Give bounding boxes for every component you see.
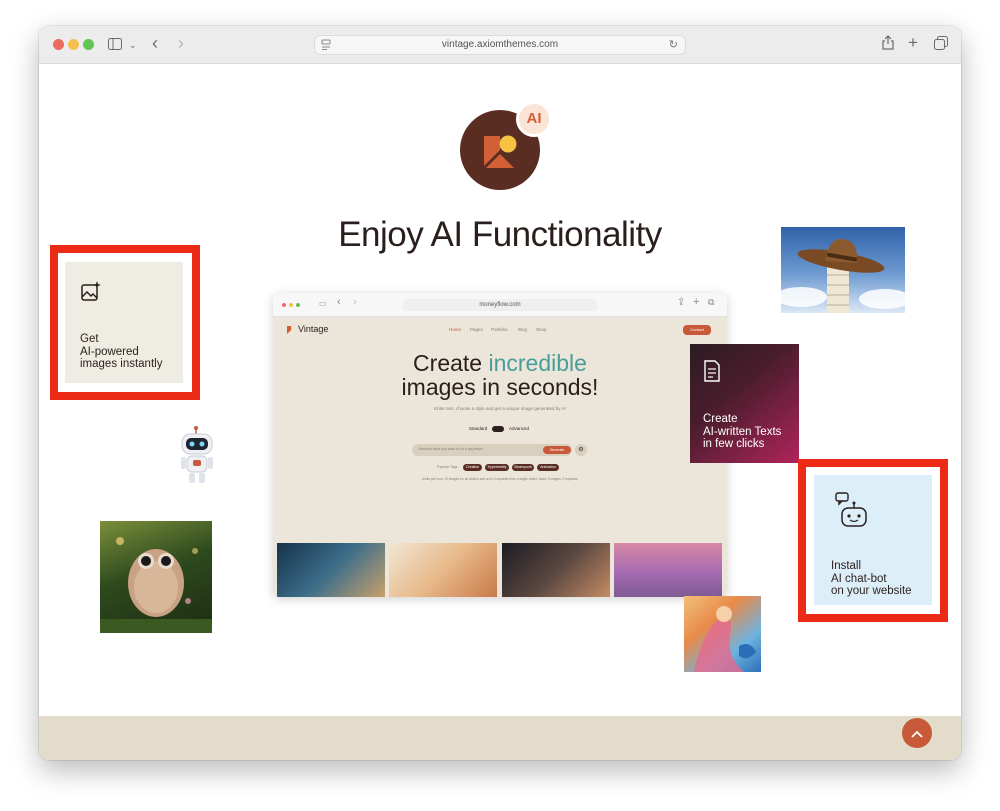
preview-gallery-image-3: [502, 543, 610, 597]
ai-texts-card-label: Create AI-written Texts in few clicks: [703, 413, 782, 450]
tab-overview-icon[interactable]: [934, 35, 948, 55]
preview-brand: Vintage: [298, 324, 329, 334]
preview-gallery-image-4: [614, 543, 722, 597]
preview-limits-note: Limits per hour: 10 images for all visit…: [421, 477, 579, 481]
preview-browser-bar: ▭ ‹ › moneyflow.com ⇪ + ⧉: [273, 293, 727, 317]
preview-nav-blog: Blog: [518, 327, 528, 332]
chevron-up-icon: [911, 725, 923, 741]
forward-arrow-icon[interactable]: ›: [178, 33, 184, 53]
preview-settings-icon: ⚙: [575, 444, 587, 456]
new-tab-icon[interactable]: +: [908, 33, 918, 53]
colorful-painting-image: [684, 596, 761, 672]
preview-gallery-image-2: [389, 543, 497, 597]
preview-tags-label: Popular Tags:: [437, 465, 459, 469]
page-title: Enjoy AI Functionality: [338, 215, 662, 254]
preview-brand-icon: [287, 326, 292, 334]
preview-maximize-dot: [296, 303, 300, 307]
document-icon: [703, 360, 721, 387]
preview-headline-accent: incredible: [488, 350, 587, 376]
preview-nav-portfolio: Portfolio: [491, 327, 508, 332]
ai-chatbot-card-label: Install AI chat-bot on your website: [831, 560, 912, 597]
ai-images-card[interactable]: Get AI-powered images instantly: [65, 262, 183, 383]
maximize-window-button[interactable]: [83, 39, 94, 50]
browser-toolbar: ⌄ ‹ › vintage.axiomthemes.com ↻ +: [39, 26, 961, 64]
preview-gallery-image-1: [277, 543, 385, 597]
browser-window: ⌄ ‹ › vintage.axiomthemes.com ↻ + AI Enj…: [39, 26, 961, 760]
page-settings-icon[interactable]: [321, 38, 331, 56]
address-url: vintage.axiomthemes.com: [441, 39, 559, 50]
robot-mascot-image: [178, 426, 218, 486]
preview-tag-steampunk: Steampunk: [512, 464, 534, 471]
preview-sidebar-icon: ▭: [319, 299, 327, 308]
preview-headline: Create incredible images in seconds!: [273, 351, 727, 399]
ai-images-card-label: Get AI-powered images instantly: [80, 333, 163, 370]
preview-generate-button: Generate: [543, 446, 571, 454]
address-bar[interactable]: vintage.axiomthemes.com ↻: [314, 35, 686, 55]
web-page: AI Enjoy AI Functionality Get AI-powered…: [39, 64, 961, 760]
chevron-down-icon[interactable]: ⌄: [129, 35, 137, 55]
minimize-window-button[interactable]: [68, 39, 79, 50]
preview-minimize-dot: [289, 303, 293, 307]
share-icon[interactable]: [882, 35, 894, 55]
preview-nav-pages: Pages: [470, 327, 483, 332]
preview-forward-icon: ›: [353, 296, 357, 308]
preview-toggle-switch: [492, 426, 504, 432]
hat-tower-image: [781, 227, 905, 313]
back-arrow-icon[interactable]: ‹: [152, 33, 158, 53]
preview-tag-animation: Animation: [537, 464, 559, 471]
preview-nav-shop: Shop: [536, 327, 547, 332]
preview-toggle-standard: Standard: [469, 426, 488, 431]
preview-prompt-placeholder: Describe what you want or hit a tag belo…: [418, 447, 483, 451]
preview-tabs-icon: ⧉: [708, 297, 715, 307]
image-sparkle-icon: [80, 280, 102, 307]
preview-headline-part1: Create: [413, 350, 489, 376]
preview-tag-creative: Creative: [463, 464, 482, 471]
robot-chat-icon: [835, 492, 869, 533]
preview-tag-hyperreality: Hyperreality: [485, 464, 509, 471]
fluffy-creature-image: [100, 521, 212, 633]
close-window-button[interactable]: [53, 39, 64, 50]
ai-texts-card[interactable]: Create AI-written Texts in few clicks: [690, 344, 799, 463]
preview-subtitle: Enter text, choose a style and get a uni…: [434, 406, 566, 411]
preview-headline-part2: images in seconds!: [401, 374, 599, 400]
preview-nav-home: Home: [449, 327, 462, 332]
footer-band: [39, 716, 961, 760]
preview-toggle-advanced: Advanced: [509, 426, 530, 431]
website-preview-mockup: ▭ ‹ › moneyflow.com ⇪ + ⧉ Vintage Home P…: [273, 293, 727, 597]
preview-close-dot: [282, 303, 286, 307]
sidebar-toggle-icon[interactable]: [108, 35, 122, 55]
preview-url: moneyflow.com: [403, 299, 597, 311]
reload-icon[interactable]: ↻: [669, 38, 678, 51]
ai-chatbot-card[interactable]: Install AI chat-bot on your website: [814, 475, 932, 605]
preview-share-icon: ⇪: [677, 297, 686, 308]
preview-contact-button: Contact: [683, 325, 711, 335]
scroll-to-top-button[interactable]: [902, 718, 932, 748]
ai-badge: AI: [516, 101, 552, 137]
preview-back-icon: ‹: [337, 296, 341, 308]
preview-new-tab-icon: +: [693, 296, 700, 308]
